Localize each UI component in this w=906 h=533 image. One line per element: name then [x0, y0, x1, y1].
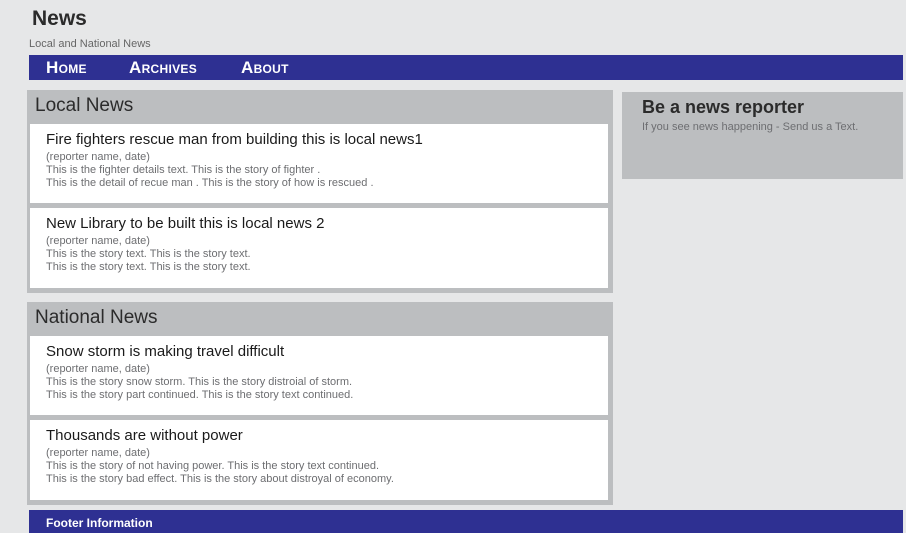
story-text: This is the story snow storm. This is th…: [46, 376, 353, 388]
story-title[interactable]: New Library to be built this is local ne…: [46, 215, 324, 233]
section-heading: National News: [35, 307, 158, 328]
news-story: Thousands are without power (reporter na…: [30, 420, 608, 500]
story-title[interactable]: Fire fighters rescue man from building t…: [46, 131, 423, 149]
story-text: This is the detail of recue man . This i…: [46, 177, 374, 189]
national-news-section: National News Snow storm is making trave…: [27, 302, 613, 505]
main-nav: Home Archives About: [29, 55, 903, 80]
story-title[interactable]: Snow storm is making travel difficult: [46, 343, 284, 361]
sidebar-title: Be a news reporter: [642, 97, 805, 117]
footer-text: Footer Information: [46, 516, 153, 530]
nav-about[interactable]: About: [241, 58, 289, 78]
sidebar-text: If you see news happening - Send us a Te…: [642, 121, 859, 133]
story-text: This is the story text. This is the stor…: [46, 261, 251, 273]
local-news-section: Local News Fire fighters rescue man from…: [27, 90, 613, 293]
story-meta: (reporter name, date): [46, 235, 150, 247]
story-meta: (reporter name, date): [46, 151, 150, 163]
section-heading: Local News: [35, 95, 134, 116]
story-text: This is the story of not having power. T…: [46, 460, 380, 472]
story-text: This is the story part continued. This i…: [46, 389, 354, 401]
story-text: This is the story text. This is the stor…: [46, 248, 251, 260]
footer: Footer Information: [29, 510, 903, 533]
site-title: News: [32, 7, 87, 30]
nav-archives[interactable]: Archives: [129, 58, 197, 78]
nav-home[interactable]: Home: [46, 58, 87, 78]
page: News Local and National News Home Archiv…: [0, 0, 906, 533]
story-text: This is the story bad effect. This is th…: [46, 473, 394, 485]
site-tagline: Local and National News: [29, 38, 151, 50]
story-meta: (reporter name, date): [46, 447, 150, 459]
reporter-sidebar: Be a news reporter If you see news happe…: [622, 92, 903, 179]
story-meta: (reporter name, date): [46, 363, 150, 375]
story-title[interactable]: Thousands are without power: [46, 427, 243, 445]
story-text: This is the fighter details text. This i…: [46, 164, 321, 176]
news-story: Fire fighters rescue man from building t…: [30, 124, 608, 203]
news-story: Snow storm is making travel difficult (r…: [30, 336, 608, 415]
news-story: New Library to be built this is local ne…: [30, 208, 608, 288]
